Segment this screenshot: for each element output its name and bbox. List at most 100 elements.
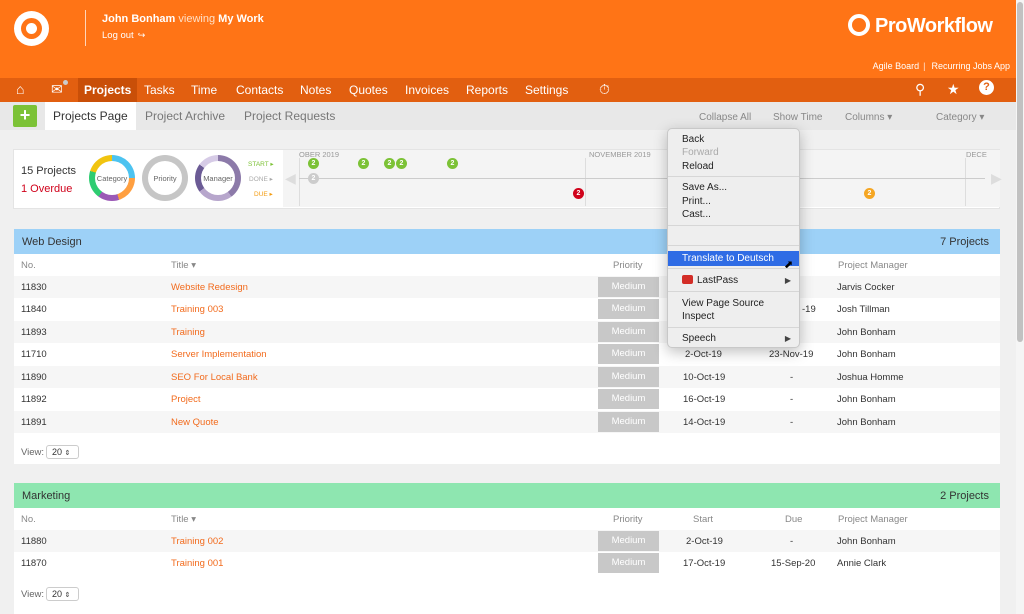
col-due[interactable]: Due <box>785 514 802 525</box>
star-icon[interactable]: ★ <box>947 80 960 98</box>
cell-title[interactable]: Training <box>171 327 205 338</box>
tab-project-archive[interactable]: Project Archive <box>137 102 233 130</box>
priority-badge[interactable]: Medium <box>598 277 659 297</box>
nav-settings[interactable]: Settings <box>519 78 574 102</box>
tab-projects-page[interactable]: Projects Page <box>45 102 136 130</box>
cell-title[interactable]: Training 001 <box>171 558 223 569</box>
col-title[interactable]: Title ▾ <box>171 514 196 525</box>
notification-dot <box>63 80 68 85</box>
priority-badge[interactable]: Medium <box>598 553 659 573</box>
page-size-select[interactable]: 20 ⇕ <box>46 445 79 459</box>
timeline-right-arrow-icon[interactable]: ▶ <box>991 170 1002 187</box>
col-no[interactable]: No. <box>21 260 36 271</box>
timeline-left-arrow-icon[interactable]: ◀ <box>285 170 296 187</box>
menu-item-view-source[interactable]: View Page Source <box>668 297 799 310</box>
timeline-gridline <box>299 158 300 206</box>
col-priority[interactable]: Priority <box>613 260 643 271</box>
nav-tasks[interactable]: Tasks <box>138 78 181 102</box>
cell-manager: John Bonham <box>837 394 896 405</box>
col-priority[interactable]: Priority <box>613 514 643 525</box>
columns-dropdown[interactable]: Columns ▾ <box>845 112 892 123</box>
mail-icon[interactable]: ✉ <box>51 80 63 98</box>
cell-title[interactable]: Server Implementation <box>171 349 267 360</box>
due-marker[interactable]: 2 <box>864 188 875 199</box>
table-row[interactable]: 11870 Training 001 Medium 17-Oct-19 15-S… <box>14 552 1000 574</box>
menu-item-lastpass[interactable]: LastPass ▶ <box>668 274 799 287</box>
cell-title[interactable]: New Quote <box>171 417 219 428</box>
collapse-all-button[interactable]: Collapse All <box>699 112 751 123</box>
cell-title[interactable]: Training 002 <box>171 536 223 547</box>
menu-item-reload[interactable]: Reload <box>668 160 799 173</box>
done-marker[interactable]: 2 <box>308 173 319 184</box>
nav-quotes[interactable]: Quotes <box>343 78 394 102</box>
priority-badge[interactable]: Medium <box>598 299 659 319</box>
page-size-select[interactable]: 20 ⇕ <box>46 587 79 601</box>
help-icon[interactable]: ? <box>979 80 994 95</box>
nav-notes[interactable]: Notes <box>294 78 337 102</box>
table-row[interactable]: 11891 New Quote Medium 14-Oct-19 - John … <box>14 411 1000 433</box>
group-header-marketing[interactable]: Marketing 2 Projects <box>14 483 1000 508</box>
add-project-button[interactable]: + <box>13 105 37 127</box>
priority-badge[interactable]: Medium <box>598 389 659 409</box>
submenu-arrow-icon: ▶ <box>784 334 791 343</box>
menu-item-cast[interactable]: Cast... <box>668 208 799 221</box>
table-row[interactable]: 11710 Server Implementation Medium 2-Oct… <box>14 343 1000 365</box>
agile-board-link[interactable]: Agile Board <box>873 61 920 71</box>
menu-item-print[interactable]: Print... <box>668 195 799 208</box>
col-manager[interactable]: Project Manager <box>838 260 908 271</box>
overdue-count[interactable]: 1 Overdue <box>21 183 72 195</box>
cell-title[interactable]: SEO For Local Bank <box>171 372 258 383</box>
start-marker[interactable]: 2 <box>447 158 458 169</box>
show-time-button[interactable]: Show Time <box>773 112 822 123</box>
nav-projects[interactable]: Projects <box>78 78 138 102</box>
tab-project-requests[interactable]: Project Requests <box>236 102 343 130</box>
table-row[interactable]: 11890 SEO For Local Bank Medium 10-Oct-1… <box>14 366 1000 388</box>
group-header-web-design[interactable]: Web Design 7 Projects <box>14 229 1000 254</box>
cell-title[interactable]: Website Redesign <box>171 282 248 293</box>
cell-manager: Jarvis Cocker <box>837 282 895 293</box>
logout-label: Log out <box>102 30 134 41</box>
menu-item-inspect[interactable]: Inspect <box>668 310 799 323</box>
month-label: DECE <box>966 150 987 159</box>
start-marker[interactable]: 2 <box>358 158 369 169</box>
recurring-jobs-link[interactable]: Recurring Jobs App <box>931 61 1010 71</box>
cell-title[interactable]: Project <box>171 394 201 405</box>
view-name[interactable]: My Work <box>218 13 264 25</box>
menu-item-save-as[interactable]: Save As... <box>668 181 799 194</box>
due-marker[interactable]: 2 <box>573 188 584 199</box>
col-manager[interactable]: Project Manager <box>838 514 908 525</box>
table-row[interactable]: 11892 Project Medium 16-Oct-19 - John Bo… <box>14 388 1000 410</box>
nav-time[interactable]: Time <box>185 78 223 102</box>
col-start[interactable]: Start <box>693 514 713 525</box>
app-logo-icon[interactable] <box>14 11 49 46</box>
priority-badge[interactable]: Medium <box>598 412 659 432</box>
priority-badge[interactable]: Medium <box>598 344 659 364</box>
col-title[interactable]: Title ▾ <box>171 260 196 271</box>
due-key-label: DUE <box>254 191 268 198</box>
nav-invoices[interactable]: Invoices <box>399 78 455 102</box>
table-row[interactable]: 11893 Training Medium John Bonham <box>14 321 1000 343</box>
scrollbar-thumb[interactable] <box>1017 2 1023 342</box>
cell-title[interactable]: Training 003 <box>171 304 223 315</box>
start-marker[interactable]: 2 <box>396 158 407 169</box>
start-marker[interactable]: 2 <box>308 158 319 169</box>
menu-item-translate[interactable]: Translate to Deutsch <box>668 251 799 266</box>
priority-badge[interactable]: Medium <box>598 531 659 551</box>
group-title: Marketing <box>22 490 71 502</box>
table-row[interactable]: 11880 Training 002 Medium 2-Oct-19 - Joh… <box>14 530 1000 552</box>
home-icon[interactable]: ⌂ <box>16 80 24 98</box>
search-icon[interactable]: ⚲ <box>915 80 925 98</box>
priority-badge[interactable]: Medium <box>598 322 659 342</box>
timer-icon[interactable]: ⏱ <box>599 80 610 98</box>
start-marker[interactable]: 2 <box>384 158 395 169</box>
nav-reports[interactable]: Reports <box>460 78 514 102</box>
table-row[interactable]: 11830 Website Redesign Medium Jarvis Coc… <box>14 276 1000 298</box>
priority-badge[interactable]: Medium <box>598 367 659 387</box>
menu-item-back[interactable]: Back <box>668 133 799 146</box>
category-dropdown[interactable]: Category ▾ <box>936 112 984 123</box>
logout-link[interactable]: Log out ↪ <box>102 30 145 41</box>
col-no[interactable]: No. <box>21 514 36 525</box>
table-row[interactable]: 11840 Training 003 Medium -19 Josh Tillm… <box>14 298 1000 320</box>
nav-contacts[interactable]: Contacts <box>230 78 289 102</box>
menu-item-speech[interactable]: Speech ▶ <box>668 332 799 345</box>
